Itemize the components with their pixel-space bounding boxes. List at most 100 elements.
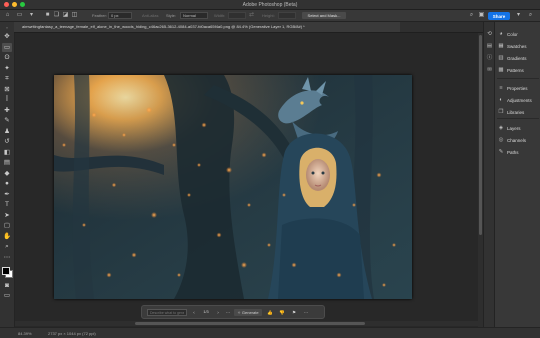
panel-label: Patterns	[507, 67, 524, 73]
eraser-icon[interactable]: ◧	[2, 148, 12, 157]
search-icon[interactable]: ⌕	[527, 12, 534, 19]
document-tab[interactable]: aimwritingfantasy_a_teenage_female_elf_a…	[14, 22, 400, 32]
horizontal-scroll-thumb[interactable]	[135, 322, 365, 325]
screen-mode-icon[interactable]: ▭	[2, 291, 12, 300]
swap-icon[interactable]: ⇄	[248, 12, 255, 19]
options-bar: ⌂ ▭ ▾ ■ ❏ ◪ ◫ Feather: 0 px Anti-alias S…	[0, 10, 540, 22]
history-brush-icon[interactable]: ↺	[2, 137, 12, 146]
new-selection-icon[interactable]: ■	[44, 12, 51, 19]
workspace-icon[interactable]: ▣	[478, 12, 485, 19]
adjustments-icon: ◐	[499, 97, 503, 103]
thumbs-up-icon[interactable]: 👍	[266, 309, 274, 316]
patterns-icon: ▩	[498, 67, 504, 73]
stamp-icon[interactable]: ♟	[2, 127, 12, 136]
history-icon[interactable]: ⟲	[485, 30, 494, 38]
intersect-selection-icon[interactable]: ◫	[71, 12, 78, 19]
window-title: Adobe Photoshop (Beta)	[242, 1, 298, 8]
blur-icon[interactable]: ◆	[2, 169, 12, 178]
pen-icon[interactable]: ✒	[2, 190, 12, 199]
feather-input[interactable]: 0 px	[108, 12, 132, 19]
chevron-left-icon[interactable]: ‹	[190, 309, 198, 316]
panel-tab-channels[interactable]: ◎ Channels	[498, 136, 526, 144]
add-selection-icon[interactable]: ❏	[53, 12, 60, 19]
antialias-checkbox[interactable]: Anti-alias	[142, 12, 158, 19]
panel-group-divider	[497, 118, 539, 119]
dodge-icon[interactable]: ●	[2, 179, 12, 188]
marquee-icon[interactable]: ▭	[2, 42, 12, 52]
panel-label: Adjustments	[507, 97, 532, 103]
style-label: Style:	[166, 13, 177, 18]
type-icon[interactable]: T	[2, 200, 12, 209]
info-icon[interactable]: ⓘ	[485, 54, 494, 62]
chevron-right-icon[interactable]: ›	[214, 309, 222, 316]
panel-tab-adjustments[interactable]: ◐ Adjustments	[498, 96, 532, 104]
move-icon[interactable]: ✥	[2, 32, 12, 41]
panel-tab-color[interactable]: ◕ Color	[498, 30, 518, 38]
panel-label: Color	[507, 31, 518, 37]
variation-counter: 1/3	[203, 310, 209, 314]
vertical-scroll-thumb[interactable]	[479, 35, 482, 235]
search-icon[interactable]: ⌕	[468, 12, 475, 19]
zoom-icon[interactable]: ⌕	[2, 242, 12, 251]
gradients-icon: ▥	[498, 55, 504, 61]
generate-button[interactable]: ✧ Generate	[234, 309, 262, 316]
zoom-level[interactable]: 84.39%	[18, 331, 32, 336]
panel-label: Swatches	[507, 43, 527, 49]
rectangle-icon[interactable]: ▢	[2, 221, 12, 230]
more-tools-icon[interactable]: ⋯	[2, 253, 12, 262]
document-tab-bar: aimwritingfantasy_a_teenage_female_elf_a…	[14, 22, 494, 33]
flag-icon[interactable]: ⚑	[290, 309, 298, 316]
panel-label: Libraries	[507, 109, 525, 115]
gradient-icon[interactable]: ▤	[2, 158, 12, 167]
select-and-mask-button[interactable]: Select and Mask...	[302, 12, 346, 19]
close-window-button[interactable]	[4, 2, 9, 7]
more-icon[interactable]: ⋯	[302, 309, 310, 316]
status-bar: 84.39% 2737 px × 1044 px (72 ppi)	[0, 327, 540, 338]
chevron-down-icon[interactable]: ▾	[515, 12, 522, 19]
panel-label: Paths	[507, 149, 519, 155]
document-info[interactable]: 2737 px × 1044 px (72 ppi)	[48, 331, 96, 336]
marquee-tool-preset-icon[interactable]: ▭	[16, 12, 23, 19]
frame-icon[interactable]: ⊠	[2, 85, 12, 94]
height-input[interactable]	[278, 12, 296, 19]
panel-tab-gradients[interactable]: ▥ Gradients	[498, 54, 526, 62]
path-select-icon[interactable]: ➤	[2, 211, 12, 220]
comments-icon[interactable]: ▤	[485, 42, 494, 50]
eyedropper-icon[interactable]: ꟾ	[2, 95, 12, 104]
width-label: Width:	[214, 13, 226, 18]
home-icon[interactable]: ⌂	[4, 12, 11, 19]
lasso-icon[interactable]: ʘ	[2, 53, 12, 62]
fantasy-artwork-image	[54, 75, 412, 299]
comment-icon[interactable]: ✉	[485, 66, 494, 74]
horizontal-scrollbar[interactable]	[15, 321, 478, 326]
crop-icon[interactable]: ⌗	[2, 74, 12, 83]
healing-brush-icon[interactable]: ✚	[2, 106, 12, 115]
panel-tab-swatches[interactable]: ▦ Swatches	[498, 42, 527, 50]
brush-icon[interactable]: ✎	[2, 116, 12, 125]
chevron-down-icon[interactable]: ▾	[28, 12, 35, 19]
collapse-icon[interactable]: »	[2, 23, 12, 32]
panel-tab-libraries[interactable]: ❐ Libraries	[498, 108, 525, 116]
tools-panel: » ✥ ▭ ʘ ✦ ⌗ ⊠ ꟾ ✚ ✎ ♟ ↺ ◧ ▤ ◆ ● ✒ T ➤ ▢ ✋ ⌕ ⋯ ◙ ▭	[0, 22, 15, 327]
minimize-window-button[interactable]	[12, 2, 17, 7]
panel-label: Layers	[507, 125, 521, 131]
style-select[interactable]: Normal	[180, 12, 208, 19]
panel-tab-layers[interactable]: ◈ Layers	[498, 124, 521, 132]
panel-tab-properties[interactable]: ≡ Properties	[498, 84, 527, 92]
thumbs-down-icon[interactable]: 👎	[278, 309, 286, 316]
feather-label: Feather:	[92, 13, 107, 18]
more-options-icon[interactable]: ⋯	[224, 309, 232, 316]
generative-prompt-input[interactable]	[147, 309, 187, 316]
zoom-window-button[interactable]	[20, 2, 25, 7]
contextual-task-bar: ‹ 1/3 › ⋯ ✧ Generate 👍 👎 ⚑ ⋯	[141, 305, 325, 319]
subtract-selection-icon[interactable]: ◪	[62, 12, 69, 19]
quick-mask-icon[interactable]: ◙	[2, 281, 12, 290]
foreground-color-swatch[interactable]	[2, 267, 10, 275]
share-button[interactable]: Share	[488, 12, 510, 20]
panel-tab-patterns[interactable]: ▩ Patterns	[498, 66, 524, 74]
hand-icon[interactable]: ✋	[2, 232, 12, 241]
panel-tab-paths[interactable]: ✎ Paths	[498, 148, 519, 156]
canvas-image[interactable]	[54, 75, 412, 299]
width-input[interactable]	[228, 12, 246, 19]
magic-wand-icon[interactable]: ✦	[2, 64, 12, 73]
